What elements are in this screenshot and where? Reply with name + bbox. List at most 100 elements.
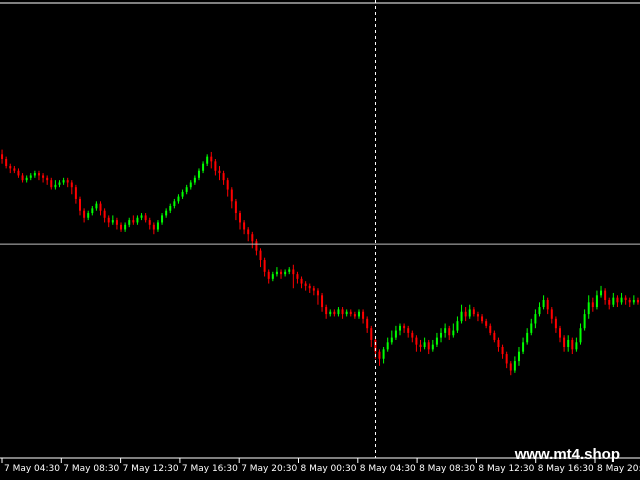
candle-body (280, 271, 283, 275)
candle-body (271, 274, 274, 279)
candle-body (185, 187, 188, 192)
candle-body (444, 328, 447, 333)
candle-body (156, 222, 159, 230)
candle-body (571, 339, 574, 350)
candle-body (17, 170, 20, 176)
candle-body (206, 156, 209, 164)
candle-body (386, 342, 389, 350)
candle-body (612, 297, 615, 305)
candle-body (546, 300, 549, 310)
candle-body (370, 328, 373, 340)
candle-body (476, 314, 479, 317)
candle-body (263, 260, 266, 272)
candle-body (632, 300, 635, 303)
candle-body (534, 314, 537, 324)
candle-body (210, 156, 213, 162)
candle-body (308, 285, 311, 289)
candle-body (382, 349, 385, 359)
candle-body (296, 274, 299, 279)
candle-body (554, 318, 557, 329)
candle-body (292, 269, 295, 275)
candle-body (243, 222, 246, 230)
candle-body (604, 290, 607, 300)
candle-body (87, 213, 90, 218)
candle-body (152, 224, 155, 230)
candle-body (251, 234, 254, 242)
candle-body (247, 229, 250, 235)
candle-body (50, 180, 53, 188)
candle-body (538, 307, 541, 315)
candle-body (177, 196, 180, 202)
candle-body (407, 328, 410, 333)
candle-body (284, 271, 287, 275)
candle-body (165, 210, 168, 216)
candle-body (419, 344, 422, 347)
candle-body (218, 170, 221, 174)
candle-body (415, 337, 418, 345)
candle-body (37, 173, 40, 176)
candle-body (530, 323, 533, 333)
candle-body (148, 220, 151, 225)
candle-body (136, 217, 139, 223)
candle-body (460, 311, 463, 322)
candle-body (509, 363, 512, 371)
candle-body (181, 191, 184, 197)
candle-body (58, 182, 61, 185)
x-axis-tick-label: 7 May 04:30 (4, 464, 60, 474)
candle-body (357, 311, 360, 317)
x-axis-tick-label: 8 May 12:30 (478, 464, 534, 474)
candle-body (435, 337, 438, 345)
candle-body (636, 300, 639, 303)
candle-body (452, 330, 455, 336)
candle-body (497, 339, 500, 347)
candle-body (587, 302, 590, 315)
candle-body (107, 217, 110, 223)
candle-body (300, 278, 303, 284)
candle-body (239, 213, 241, 223)
candle-body (255, 241, 258, 251)
candle-body (575, 342, 578, 350)
candle-body (202, 163, 205, 171)
x-axis-tick-label: 8 May 04:30 (360, 464, 416, 474)
candlestick-chart: 7 May 04:30 7 May 08:30 7 May 12:30 7 May 1… (0, 0, 640, 474)
candle-body (353, 314, 356, 317)
candles-layer (1, 149, 639, 376)
candle-body (5, 159, 8, 167)
candle-body (583, 314, 586, 329)
candle-body (608, 300, 611, 305)
candle-body (489, 325, 492, 333)
candle-body (91, 208, 94, 214)
candle-body (321, 295, 324, 308)
candle-body (329, 311, 332, 315)
candle-body (103, 210, 106, 218)
candle-body (567, 339, 570, 347)
candle-body (144, 215, 147, 221)
candle-body (427, 342, 430, 350)
watermark-text: www.mt4.shop (514, 446, 620, 463)
candle-body (550, 309, 553, 319)
candle-body (411, 332, 414, 338)
candle-body (99, 203, 102, 211)
candle-body (169, 206, 172, 211)
candle-body (485, 321, 488, 326)
candle-body (464, 311, 467, 317)
candle-body (600, 290, 603, 296)
candle-body (62, 180, 65, 183)
candle-body (579, 328, 582, 343)
candle-body (312, 288, 315, 291)
candle-body (517, 351, 520, 362)
x-axis-tick-label: 7 May 08:30 (63, 464, 119, 474)
candle-body (83, 210, 86, 218)
candle-body (616, 297, 619, 303)
candle-body (316, 290, 319, 296)
candle-body (25, 177, 28, 181)
candle-body (362, 311, 365, 319)
candle-body (288, 269, 291, 272)
candle-body (522, 342, 525, 352)
candle-body (378, 351, 381, 359)
candle-body (33, 173, 36, 176)
candle-body (559, 328, 561, 338)
candle-body (1, 154, 4, 159)
candle-body (234, 201, 237, 214)
x-axis-tick-label: 7 May 20:30 (241, 464, 297, 474)
